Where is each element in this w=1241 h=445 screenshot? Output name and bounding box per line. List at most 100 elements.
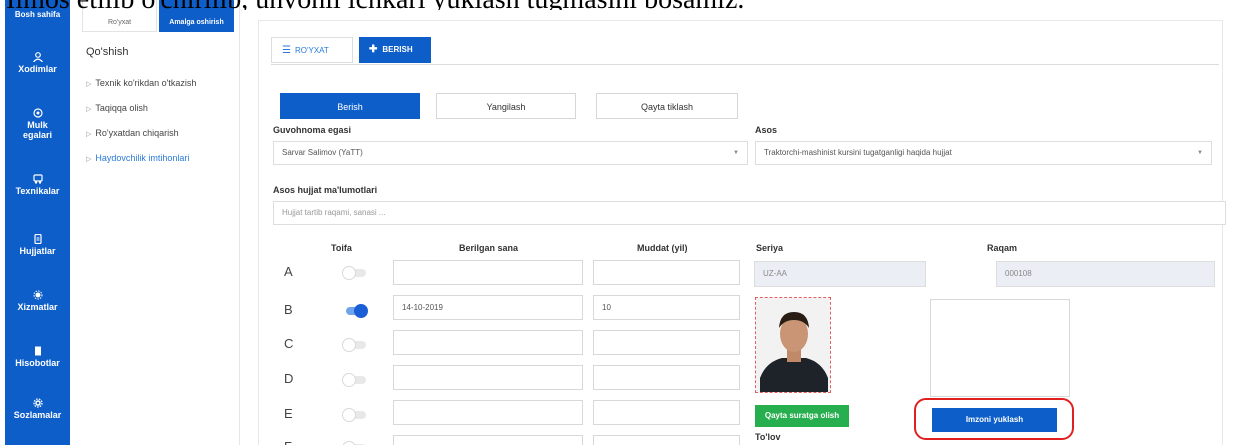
tab-give[interactable]: ✚ BERISH bbox=[359, 37, 431, 63]
signature-preview bbox=[930, 299, 1070, 397]
toggle-knob bbox=[342, 408, 356, 422]
retake-photo-button[interactable]: Qayta suratga olish bbox=[755, 405, 849, 427]
owner-icon bbox=[32, 108, 43, 118]
category-label: B bbox=[284, 302, 293, 317]
payment-label: To'lov bbox=[755, 432, 781, 442]
photo-preview bbox=[755, 297, 831, 393]
nav-label: Hujjatlar bbox=[19, 246, 56, 256]
col-series: Seriya bbox=[756, 243, 784, 253]
toggle-category-c[interactable] bbox=[342, 338, 368, 352]
nav-label: Sozlamalar bbox=[13, 410, 62, 420]
toggle-category-f[interactable] bbox=[342, 441, 368, 445]
toggle-knob bbox=[342, 266, 356, 280]
sub-item-label: Haydovchilik imtihonlari bbox=[95, 153, 190, 163]
nav-label: Xizmatlar bbox=[17, 302, 58, 312]
term-input-c[interactable] bbox=[593, 330, 740, 355]
issue-date-input-a[interactable] bbox=[393, 260, 583, 285]
caret-down-icon: ▼ bbox=[1197, 150, 1203, 156]
basis-select[interactable]: Traktorchi-mashinist kursini tugatganlig… bbox=[755, 141, 1212, 165]
term-input-e[interactable] bbox=[593, 400, 740, 425]
sub-menu-title: Qo'shish bbox=[86, 46, 129, 58]
main-area: ☰ RO'YXAT ✚ BERISH Berish Yangilash Qayta … bbox=[241, 0, 1241, 445]
sub-item-inspection[interactable]: ▷ Texnik ko'rikdan o'tkazish bbox=[86, 78, 196, 88]
category-label: D bbox=[284, 371, 294, 386]
nav-item-texnikalar[interactable]: Texnikalar bbox=[5, 174, 70, 196]
sub-menu: Ro'yxat Amalga oshirish Qo'shish ▷ Texnik… bbox=[70, 0, 240, 445]
owner-select[interactable]: Sarvar Salimov (YaTT) ▼ bbox=[273, 141, 748, 165]
screen: Ilmos etilib o'chirilib, unvonli ichkari… bbox=[0, 0, 1241, 445]
content-panel: ☰ RO'YXAT ✚ BERISH Berish Yangilash Qayta … bbox=[258, 20, 1226, 445]
caret-down-icon: ▼ bbox=[733, 150, 739, 156]
portrait-photo bbox=[756, 298, 830, 392]
gear-icon bbox=[32, 398, 43, 408]
list-icon: ☰ bbox=[282, 45, 291, 56]
category-label: E bbox=[284, 406, 293, 421]
toggle-knob bbox=[342, 441, 356, 445]
term-input-a[interactable] bbox=[593, 260, 740, 285]
nav-item-hujjatlar[interactable]: Hujjatlar bbox=[5, 234, 70, 256]
basis-label: Asos bbox=[755, 125, 778, 135]
caption-text: Ilmos etilib o'chirilib, unvonli ichkari… bbox=[0, 0, 1241, 10]
arrow-right-icon: ▷ bbox=[86, 81, 92, 88]
issue-date-input-b[interactable]: 14-10-2019 bbox=[393, 295, 583, 320]
col-term: Muddat (yil) bbox=[637, 243, 688, 253]
tab-list-label: RO'YXAT bbox=[294, 46, 329, 55]
arrow-right-icon: ▷ bbox=[86, 156, 92, 163]
nav-item-mulk-egalari[interactable]: Mulk egalari bbox=[5, 108, 70, 140]
term-input-b[interactable]: 10 bbox=[593, 295, 740, 320]
toggle-knob bbox=[354, 304, 368, 318]
col-issue-date: Berilgan sana bbox=[459, 243, 519, 253]
person-icon bbox=[32, 52, 43, 62]
plus-circle-icon: ✚ bbox=[369, 44, 378, 55]
basis-select-value: Traktorchi-mashinist kursini tugatganlig… bbox=[764, 148, 952, 157]
document-icon bbox=[33, 234, 42, 244]
sub-item-deregister[interactable]: ▷ Ro'yxatdan chiqarish bbox=[86, 128, 179, 138]
nav-item-xizmatlar[interactable]: Xizmatlar bbox=[5, 290, 70, 312]
update-button[interactable]: Yangilash bbox=[436, 93, 576, 119]
issue-date-input-c[interactable] bbox=[393, 330, 583, 355]
sub-item-label: Taqiqqa olish bbox=[95, 103, 148, 113]
doc-info-input[interactable]: Hujjat tartib raqami, sanasi ... bbox=[273, 201, 1226, 225]
toggle-knob bbox=[342, 373, 356, 387]
toggle-category-b[interactable] bbox=[342, 304, 368, 318]
restore-button[interactable]: Qayta tiklash bbox=[596, 93, 738, 119]
left-nav: Bosh sahifa Xodimlar Mulk egalari Texnik… bbox=[5, 0, 70, 445]
nav-item-hisobotlar[interactable]: Hisobotlar bbox=[5, 346, 70, 368]
term-input-f[interactable] bbox=[593, 435, 740, 445]
number-input[interactable]: 000108 bbox=[996, 261, 1215, 287]
term-input-d[interactable] bbox=[593, 365, 740, 390]
nav-label: Texnikalar bbox=[15, 186, 60, 196]
issue-date-input-f[interactable] bbox=[393, 435, 583, 445]
owner-label: Guvohnoma egasi bbox=[273, 125, 352, 135]
nav-item-home[interactable]: Bosh sahifa bbox=[5, 10, 70, 20]
issue-date-input-d[interactable] bbox=[393, 365, 583, 390]
col-number: Raqam bbox=[987, 243, 1018, 253]
toggle-category-d[interactable] bbox=[342, 373, 368, 387]
issue-date-input-e[interactable] bbox=[393, 400, 583, 425]
toggle-category-e[interactable] bbox=[342, 408, 368, 422]
sub-item-ban[interactable]: ▷ Taqiqqa olish bbox=[86, 103, 148, 113]
owner-select-value: Sarvar Salimov (YaTT) bbox=[282, 148, 363, 157]
category-label: A bbox=[284, 264, 293, 279]
col-category: Toifa bbox=[331, 243, 352, 253]
tab-list[interactable]: ☰ RO'YXAT bbox=[271, 37, 353, 63]
nav-label: Mulk egalari bbox=[22, 120, 53, 140]
tab-divider bbox=[271, 64, 1219, 65]
sub-item-driving-exams[interactable]: ▷ Haydovchilik imtihonlari bbox=[86, 153, 189, 163]
sub-item-label: Ro'yxatdan chiqarish bbox=[95, 128, 179, 138]
report-icon bbox=[34, 346, 41, 356]
highlight-ring bbox=[914, 398, 1074, 440]
nav-label: Xodimlar bbox=[18, 64, 57, 74]
toggle-knob bbox=[342, 338, 356, 352]
arrow-right-icon: ▷ bbox=[86, 106, 92, 113]
sub-item-label: Texnik ko'rikdan o'tkazish bbox=[95, 78, 197, 88]
services-icon bbox=[33, 290, 42, 300]
vehicle-icon bbox=[32, 174, 43, 184]
give-button[interactable]: Berish bbox=[280, 93, 420, 119]
category-label: F bbox=[284, 439, 292, 445]
arrow-right-icon: ▷ bbox=[86, 131, 92, 138]
nav-item-sozlamalar[interactable]: Sozlamalar bbox=[5, 398, 70, 420]
nav-item-xodimlar[interactable]: Xodimlar bbox=[5, 52, 70, 74]
series-input[interactable]: UZ-AA bbox=[754, 261, 926, 287]
toggle-category-a[interactable] bbox=[342, 266, 368, 280]
